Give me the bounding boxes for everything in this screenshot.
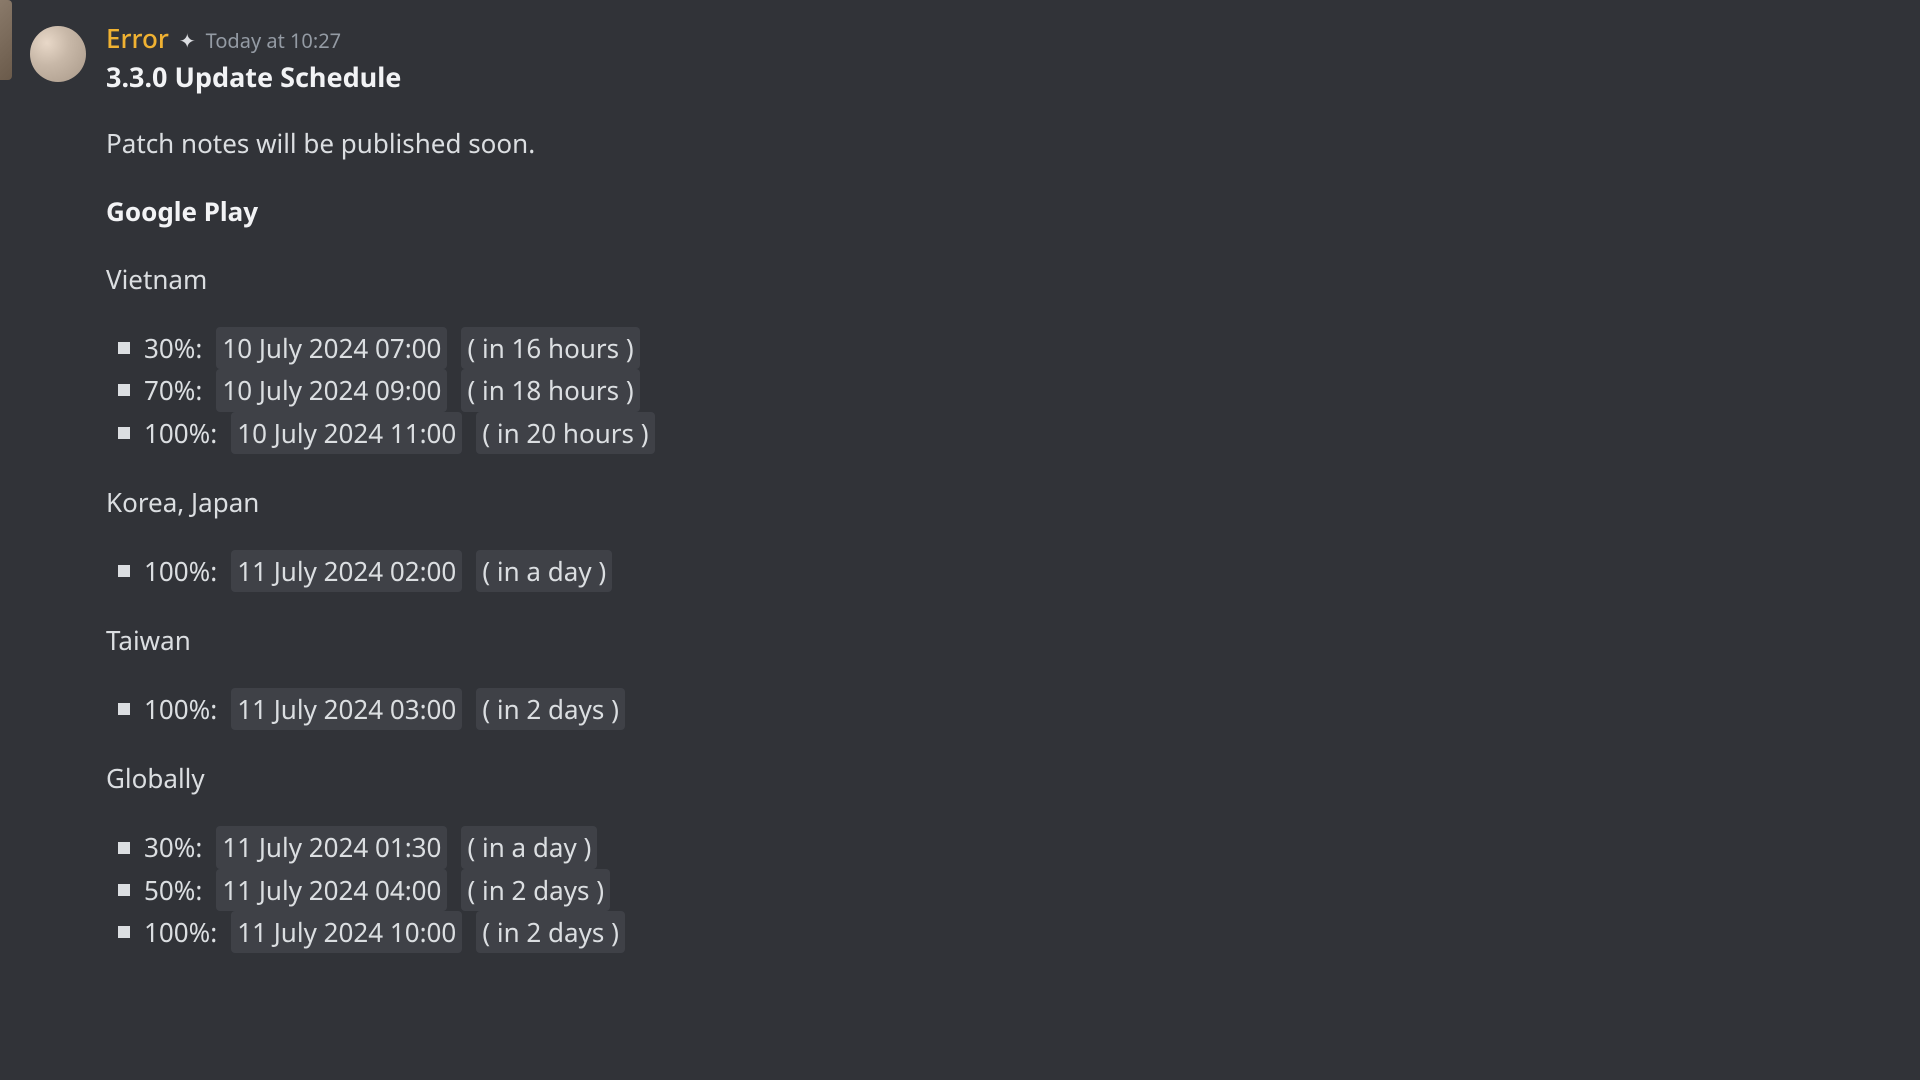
rollout-timestamp: 11 July 2024 03:00: [231, 688, 462, 730]
rollout-timestamp: 11 July 2024 04:00: [216, 869, 447, 911]
message-content: Error ✦ Today at 10:27 3.3.0 Update Sche…: [106, 20, 1920, 983]
badge-icon: ✦: [179, 27, 196, 54]
list-item: 70%: 10 July 2024 09:00 ( in 18 hours ): [118, 369, 1920, 411]
rollout-percent: 70%:: [144, 370, 202, 410]
message-container: Error ✦ Today at 10:27 3.3.0 Update Sche…: [0, 0, 1920, 983]
rollout-list: 100%: 11 July 2024 03:00 ( in 2 days ): [106, 688, 1920, 730]
bullet-icon: [118, 926, 130, 938]
bullet-icon: [118, 384, 130, 396]
rollout-timestamp: 11 July 2024 10:00: [231, 911, 462, 953]
list-item: 30%: 11 July 2024 01:30 ( in a day ): [118, 826, 1920, 868]
region-name: Vietnam: [106, 261, 1920, 297]
rollout-list: 30%: 11 July 2024 01:30 ( in a day ) 50%: 11…: [106, 826, 1920, 953]
message-title: 3.3.0 Update Schedule: [106, 58, 1920, 95]
rollout-relative-time: ( in a day ): [461, 826, 597, 868]
message: Error ✦ Today at 10:27 3.3.0 Update Sche…: [0, 0, 1920, 983]
bullet-icon: [118, 427, 130, 439]
rollout-timestamp: 10 July 2024 11:00: [231, 412, 462, 454]
rollout-list: 100%: 11 July 2024 02:00 ( in a day ): [106, 550, 1920, 592]
rollout-percent: 100%:: [144, 551, 217, 591]
bullet-icon: [118, 342, 130, 354]
rollout-percent: 100%:: [144, 912, 217, 952]
rollout-percent: 30%:: [144, 827, 202, 867]
bullet-icon: [118, 565, 130, 577]
bullet-icon: [118, 884, 130, 896]
rollout-timestamp: 10 July 2024 09:00: [216, 369, 447, 411]
rollout-list: 30%:10 July 2024 07:00( in 16 hours )70%…: [106, 327, 1920, 454]
regions-container: Vietnam 30%: 10 July 2024 07:00 ( in 16 hou…: [106, 261, 1920, 953]
rollout-timestamp: 11 July 2024 01:30: [216, 826, 447, 868]
rollout-percent: 100%:: [144, 413, 217, 453]
avatar[interactable]: [30, 26, 86, 82]
rollout-relative-time: ( in 2 days ): [476, 911, 625, 953]
rollout-timestamp: 11 July 2024 02:00: [231, 550, 462, 592]
list-item: 100%: 11 July 2024 02:00 ( in a day ): [118, 550, 1920, 592]
rollout-relative-time: ( in 2 days ): [476, 688, 625, 730]
region-name: Taiwan: [106, 622, 1920, 658]
bullet-icon: [118, 703, 130, 715]
message-header: Error ✦ Today at 10:27: [106, 20, 1920, 56]
region-name: Globally: [106, 760, 1920, 796]
intro-text: Patch notes will be published soon.: [106, 125, 1920, 161]
rollout-relative-time: ( in 2 days ): [461, 869, 610, 911]
list-item: 100%: 11 July 2024 10:00 ( in 2 days ): [118, 911, 1920, 953]
rollout-timestamp: 10 July 2024 07:00: [216, 327, 447, 369]
rollout-relative-time: ( in a day ): [476, 550, 612, 592]
rollout-percent: 100%:: [144, 689, 217, 729]
list-item: 30%: 10 July 2024 07:00 ( in 16 hours ): [118, 327, 1920, 369]
rollout-percent: 30%:: [144, 328, 202, 368]
message-timestamp: Today at 10:27: [206, 27, 342, 54]
username[interactable]: Error: [106, 20, 169, 56]
store-heading: Google Play: [106, 193, 1920, 229]
list-item: 100%: 11 July 2024 03:00 ( in 2 days ): [118, 688, 1920, 730]
region-name: Korea, Japan: [106, 484, 1920, 520]
rollout-relative-time: ( in 20 hours ): [476, 412, 654, 454]
rollout-percent: 50%:: [144, 870, 202, 910]
list-item: 100%: 10 July 2024 11:00 ( in 20 hours ): [118, 412, 1920, 454]
list-item: 50%: 11 July 2024 04:00 ( in 2 days ): [118, 869, 1920, 911]
bullet-icon: [118, 842, 130, 854]
rollout-relative-time: ( in 18 hours ): [461, 369, 639, 411]
rollout-relative-time: ( in 16 hours ): [461, 327, 639, 369]
